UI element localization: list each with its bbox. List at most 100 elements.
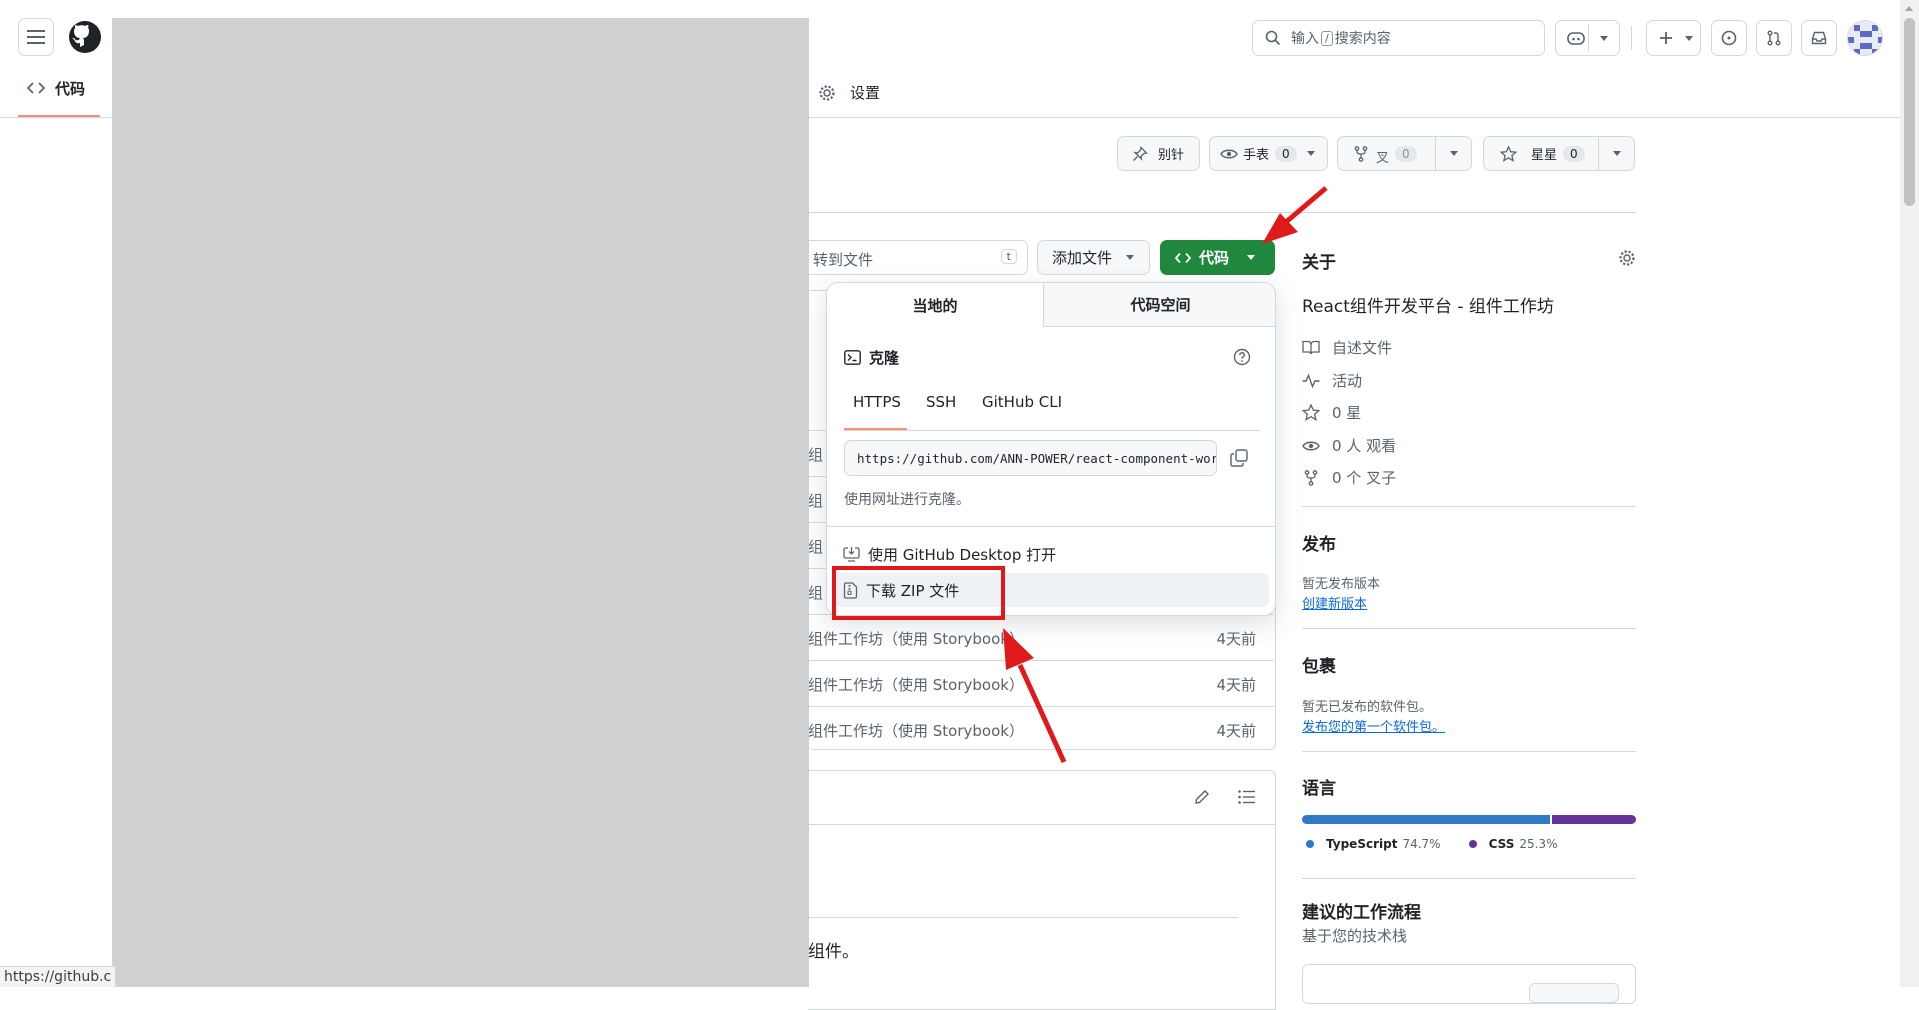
fork-dropdown-button[interactable]: [1435, 136, 1472, 171]
language-bar-typescript: [1302, 815, 1550, 824]
add-file-button[interactable]: 添加文件: [1037, 240, 1150, 275]
create-new-button[interactable]: [1646, 20, 1701, 56]
search-prefix: 输入: [1291, 31, 1319, 47]
clone-title: 克隆: [869, 349, 900, 367]
goto-file-placeholder: 转到文件: [813, 251, 874, 269]
divider: [1302, 506, 1636, 507]
pin-icon: [1133, 145, 1148, 161]
hamburger-icon: [27, 30, 45, 44]
tab-code[interactable]: 代码: [18, 78, 100, 117]
search-suffix: 搜索内容: [1334, 31, 1391, 47]
activity-link[interactable]: 活动: [1302, 370, 1362, 391]
clone-tab-https-label: HTTPS: [853, 393, 901, 411]
menu-button[interactable]: [18, 18, 54, 56]
workflows-title: 建议的工作流程: [1302, 903, 1421, 923]
eye-icon: [1302, 441, 1320, 450]
commit-message[interactable]: 组: [808, 582, 823, 603]
eye-icon: [1220, 149, 1238, 158]
pencil-icon[interactable]: [1194, 789, 1210, 805]
workflow-card[interactable]: [1302, 964, 1636, 1004]
readme-link[interactable]: 自述文件: [1302, 337, 1392, 358]
help-icon[interactable]: [1233, 348, 1251, 366]
releases-title: 发布: [1302, 535, 1336, 555]
code-button-label: 代码: [1199, 249, 1230, 267]
commit-message[interactable]: 组: [808, 444, 823, 465]
github-logo-icon[interactable]: [68, 20, 102, 54]
pull-requests-button[interactable]: [1756, 20, 1792, 56]
scrollbar-up-arrow-icon[interactable]: [1905, 6, 1913, 11]
divider: [1302, 878, 1636, 879]
issue-icon: [1721, 30, 1737, 46]
chevron-down-icon: [1685, 36, 1693, 41]
language-typescript-name[interactable]: TypeScript: [1326, 837, 1397, 851]
list-icon[interactable]: [1238, 790, 1255, 804]
stars-link[interactable]: 0 星: [1302, 402, 1361, 423]
goto-file-input[interactable]: 转到文件 t: [786, 240, 1028, 275]
scrollbar[interactable]: [1900, 0, 1919, 987]
file-row[interactable]: 组件工作坊（使用 Storybook） 4天前: [808, 614, 1274, 660]
fork-label: 叉: [1376, 151, 1390, 166]
forks-link[interactable]: 0 个 叉子: [1302, 467, 1396, 488]
clone-tab-https[interactable]: HTTPS: [853, 393, 901, 411]
tab-local[interactable]: 当地的: [827, 283, 1043, 327]
tab-local-label: 当地的: [912, 296, 958, 315]
avatar[interactable]: [1847, 20, 1883, 56]
gear-icon[interactable]: [1618, 249, 1636, 267]
pull-request-icon: [1767, 30, 1781, 46]
commit-message[interactable]: 组: [808, 490, 823, 511]
inbox-button[interactable]: [1801, 20, 1837, 56]
clone-tab-cli-label: GitHub CLI: [982, 393, 1063, 411]
search-icon: [1265, 30, 1281, 46]
language-typescript-percent: 74.7%: [1402, 837, 1441, 851]
desktop-download-icon: [843, 547, 860, 562]
language-dot-icon: [1468, 840, 1477, 848]
tab-settings[interactable]: 设置: [818, 82, 880, 103]
search-key-hint: /: [1321, 30, 1333, 46]
activity-label: 活动: [1332, 372, 1363, 390]
tab-codespaces[interactable]: 代码空间: [1043, 283, 1275, 327]
code-button[interactable]: 代码: [1160, 240, 1275, 275]
pin-button[interactable]: 别针: [1117, 136, 1200, 171]
copy-icon[interactable]: [1230, 449, 1248, 467]
tab-settings-label: 设置: [850, 84, 881, 102]
about-title: 关于: [1302, 253, 1336, 273]
clone-tab-ssh[interactable]: SSH: [926, 393, 956, 411]
star-count: 0: [1563, 145, 1585, 162]
chevron-down-icon: [1306, 151, 1315, 156]
add-file-label: 添加文件: [1052, 249, 1113, 267]
copilot-button[interactable]: [1555, 20, 1620, 56]
fork-icon: [1354, 145, 1368, 162]
watch-button[interactable]: 手表 0: [1209, 136, 1328, 171]
watchers-link[interactable]: 0 人 观看: [1302, 435, 1396, 456]
fork-button[interactable]: 叉 0: [1337, 136, 1436, 171]
clone-url-input[interactable]: https://github.com/ANN-POWER/react-compo…: [844, 440, 1217, 476]
star-dropdown-button[interactable]: [1598, 136, 1635, 171]
commit-message[interactable]: 组: [808, 536, 823, 557]
commit-message[interactable]: 组件工作坊（使用 Storybook）: [808, 674, 1024, 695]
file-row[interactable]: 组件工作坊（使用 Storybook） 4天前: [808, 706, 1274, 752]
packages-title: 包裹: [1302, 657, 1336, 677]
scrollbar-thumb[interactable]: [1904, 18, 1915, 206]
commit-message[interactable]: 组件工作坊（使用 Storybook）: [808, 720, 1024, 741]
status-bar-url: https://github.c: [0, 966, 117, 987]
issues-button[interactable]: [1711, 20, 1747, 56]
repo-description: React组件开发平台 - 组件工作坊: [1302, 297, 1554, 317]
star-button[interactable]: 星星 0: [1483, 136, 1599, 171]
clone-tab-ssh-label: SSH: [926, 393, 957, 411]
languages-title: 语言: [1302, 779, 1336, 799]
language-bar: [1302, 815, 1636, 824]
inbox-icon: [1811, 31, 1827, 45]
clone-tab-cli[interactable]: GitHub CLI: [982, 393, 1062, 411]
watch-label: 手表: [1243, 148, 1270, 163]
readme-label: 自述文件: [1332, 339, 1393, 357]
language-css-name[interactable]: CSS: [1489, 837, 1515, 851]
fork-icon: [1304, 469, 1318, 486]
commit-message[interactable]: 组件工作坊（使用 Storybook）: [808, 628, 1024, 649]
search-input[interactable]: 输入 / 搜索内容: [1252, 20, 1545, 56]
create-release-link[interactable]: 创建新版本: [1302, 593, 1367, 612]
goto-key-hint: t: [1000, 249, 1017, 264]
star-icon: [1500, 145, 1517, 162]
publish-package-link[interactable]: 发布您的第一个软件包。: [1302, 716, 1445, 735]
stars-label: 0 星: [1332, 404, 1362, 422]
file-row[interactable]: 组件工作坊（使用 Storybook） 4天前: [808, 660, 1274, 706]
